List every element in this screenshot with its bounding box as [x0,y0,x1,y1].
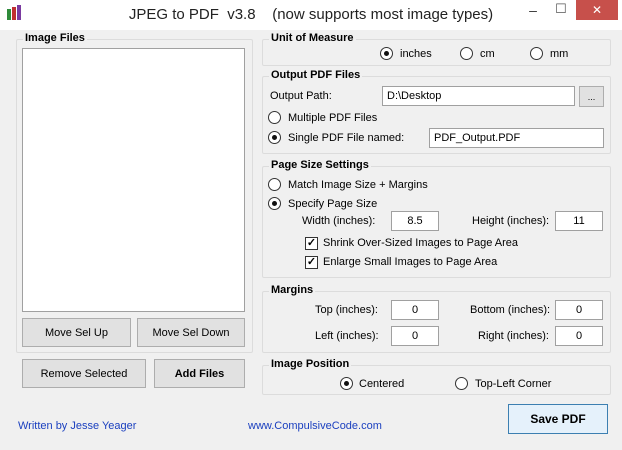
bottom-margin-label: Bottom (inches): [470,304,551,316]
left-margin-label: Left (inches): [315,330,379,342]
left-margin-input[interactable]: 0 [391,326,439,346]
add-files-button[interactable]: Add Files [154,359,245,388]
margins-label: Margins [269,284,316,296]
radio-mm[interactable] [530,47,543,60]
maximize-button[interactable]: ☐ [548,1,574,21]
single-pdf-label: Single PDF File named: [288,132,405,144]
centered-label: Centered [359,378,405,390]
close-button[interactable]: ✕ [576,0,618,20]
width-input[interactable]: 8.5 [391,211,439,231]
output-path-input[interactable]: D:\Desktop [382,86,575,106]
browse-button[interactable]: ... [579,86,604,107]
radio-top-left-corner[interactable] [455,377,468,390]
inches-label: inches [400,48,432,60]
radio-centered[interactable] [340,377,353,390]
save-pdf-button[interactable]: Save PDF [508,404,608,434]
right-margin-label: Right (inches): [478,330,549,342]
image-files-label: Image Files [23,32,87,44]
image-position-label: Image Position [269,358,352,370]
single-pdf-name-input[interactable]: PDF_Output.PDF [429,128,604,148]
image-files-list[interactable] [22,48,245,312]
bottom-margin-input[interactable]: 0 [555,300,603,320]
shrink-label: Shrink Over-Sized Images to Page Area [323,237,519,249]
shrink-checkbox[interactable]: ✓ [305,237,318,250]
radio-single-pdf[interactable] [268,131,281,144]
output-label: Output PDF Files [269,69,363,81]
page-size-label: Page Size Settings [269,159,371,171]
match-image-size-label: Match Image Size + Margins [288,179,428,191]
author-link[interactable]: Written by Jesse Yeager [18,420,136,432]
unit-label: Unit of Measure [269,32,356,44]
radio-specify-page-size[interactable] [268,197,281,210]
enlarge-checkbox[interactable]: ✓ [305,256,318,269]
title-bar: JPEG to PDF v3.8 (now supports most imag… [0,0,622,30]
top-left-corner-label: Top-Left Corner [475,378,552,390]
cm-label: cm [480,48,495,60]
top-margin-input[interactable]: 0 [391,300,439,320]
radio-inches[interactable] [380,47,393,60]
radio-match-image-size[interactable] [268,178,281,191]
height-label: Height (inches): [472,215,550,227]
right-margin-input[interactable]: 0 [555,326,603,346]
enlarge-label: Enlarge Small Images to Page Area [323,256,498,268]
radio-cm[interactable] [460,47,473,60]
image-position-group: Image Position [262,358,611,395]
mm-label: mm [550,48,569,60]
top-margin-label: Top (inches): [315,304,378,316]
multiple-pdf-label: Multiple PDF Files [288,112,378,124]
minimize-button[interactable]: ‒ [520,2,546,22]
website-link[interactable]: www.CompulsiveCode.com [248,420,382,432]
remove-selected-button[interactable]: Remove Selected [22,359,146,388]
width-label: Width (inches): [302,215,376,227]
move-sel-down-button[interactable]: Move Sel Down [137,318,245,347]
output-path-label: Output Path: [270,90,332,102]
specify-page-size-label: Specify Page Size [288,198,378,210]
move-sel-up-button[interactable]: Move Sel Up [22,318,131,347]
height-input[interactable]: 11 [555,211,603,231]
radio-multiple-pdf[interactable] [268,111,281,124]
